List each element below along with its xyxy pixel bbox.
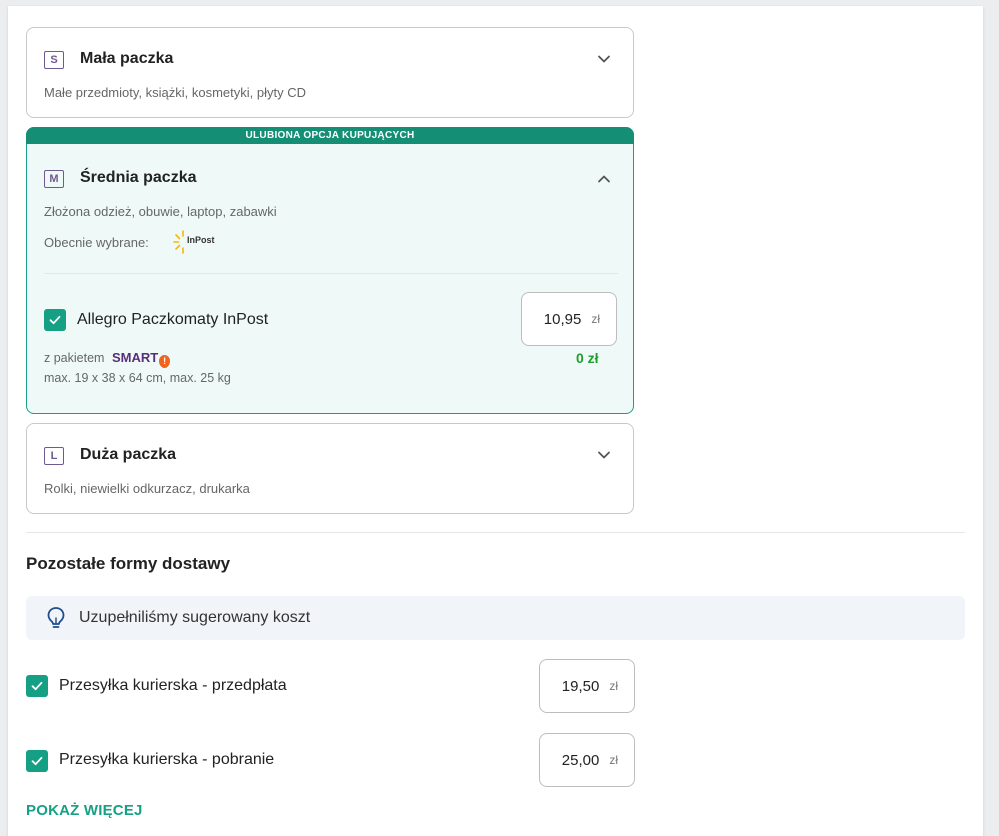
courier-cod-price-input[interactable]: 25,00 zł: [539, 733, 635, 787]
courier-cod-checkbox[interactable]: [26, 750, 48, 772]
inpost-option-label: Allegro Paczkomaty InPost: [77, 311, 269, 328]
check-icon: [49, 315, 61, 325]
inpost-checkbox[interactable]: [44, 309, 66, 331]
smart-logo: SMART: [111, 350, 159, 365]
parcel-card-small[interactable]: S Mała paczka Małe przedmioty, książki, …: [26, 27, 634, 118]
chevron-down-icon[interactable]: [597, 52, 611, 66]
favorite-banner: ULUBIONA OPCJA KUPUJĄCYCH: [26, 127, 634, 144]
check-icon: [31, 681, 43, 691]
parcel-desc-small: Małe przedmioty, książki, kosmetyki, pły…: [44, 85, 306, 100]
price-value: 25,00: [561, 751, 600, 769]
smart-row: z pakietem SMART!: [44, 350, 171, 368]
parcel-title-medium: Średnia paczka: [80, 169, 197, 186]
courier-prepaid-label: Przesyłka kurierska - przedpłata: [59, 677, 287, 694]
smart-badge-icon: !: [159, 355, 171, 368]
price-currency: zł: [609, 679, 618, 693]
info-text: Uzupełniliśmy sugerowany koszt: [79, 609, 311, 626]
chevron-up-icon[interactable]: [597, 172, 611, 186]
inpost-logo: InPost: [172, 229, 222, 255]
inpost-price-input[interactable]: 10,95 zł: [521, 292, 617, 346]
price-currency: zł: [609, 753, 618, 767]
courier-prepaid-checkbox[interactable]: [26, 675, 48, 697]
check-icon: [31, 756, 43, 766]
parcel-title-large: Duża paczka: [80, 446, 177, 463]
parcel-card-medium[interactable]: ULUBIONA OPCJA KUPUJĄCYCH M Średnia pacz…: [26, 127, 634, 414]
section-divider: [44, 273, 618, 274]
currently-selected-label: Obecnie wybrane:: [44, 235, 149, 250]
show-more-link[interactable]: POKAŻ WIĘCEJ: [26, 802, 143, 819]
info-banner: Uzupełniliśmy sugerowany koszt: [26, 596, 965, 640]
size-badge-l: L: [44, 447, 64, 465]
chevron-down-icon[interactable]: [597, 448, 611, 462]
size-badge-m: M: [44, 170, 64, 188]
other-delivery-heading: Pozostałe formy dostawy: [26, 554, 231, 573]
parcel-title-small: Mała paczka: [80, 50, 174, 67]
parcel-card-large[interactable]: L Duża paczka Rolki, niewielki odkurzacz…: [26, 423, 634, 514]
price-value: 10,95: [543, 310, 582, 328]
parcel-desc-large: Rolki, niewielki odkurzacz, drukarka: [44, 481, 250, 496]
smart-price: 0 zł: [576, 350, 599, 366]
size-badge-s: S: [44, 51, 64, 69]
smart-prefix: z pakietem: [44, 351, 105, 365]
lightbulb-icon: [47, 607, 65, 628]
dimensions-text: max. 19 x 38 x 64 cm, max. 25 kg: [44, 371, 231, 385]
price-value: 19,50: [561, 677, 600, 695]
price-currency: zł: [591, 312, 600, 326]
courier-cod-label: Przesyłka kurierska - pobranie: [59, 751, 275, 768]
parcel-desc-medium: Złożona odzież, obuwie, laptop, zabawki: [44, 204, 277, 219]
courier-prepaid-price-input[interactable]: 19,50 zł: [539, 659, 635, 713]
section-divider: [26, 532, 965, 533]
